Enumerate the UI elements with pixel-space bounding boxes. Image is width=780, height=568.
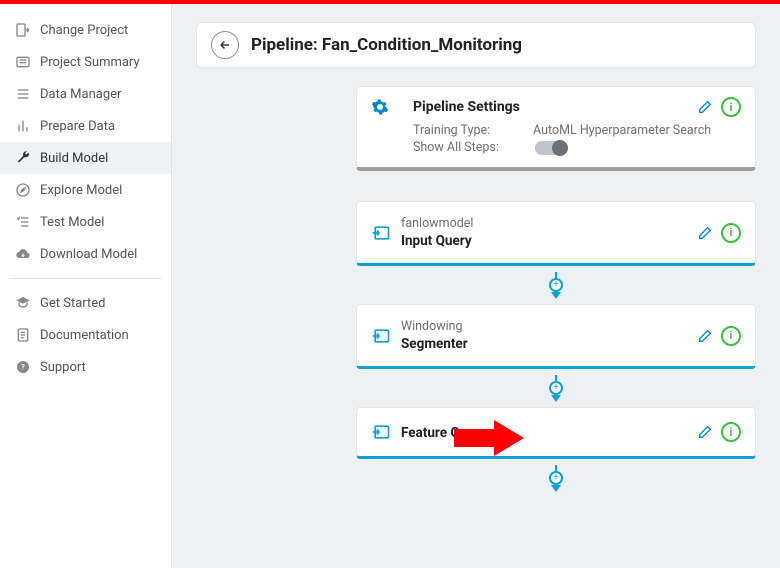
sidebar-item-label: Explore Model	[40, 183, 122, 198]
arrow-down-icon	[551, 395, 561, 402]
compass-icon	[12, 182, 34, 198]
sidebar-item-label: Support	[40, 360, 86, 375]
step-card-segmenter[interactable]: Windowing Segmenter i	[356, 304, 756, 369]
edit-step-button[interactable]	[697, 328, 713, 344]
main-content: Pipeline: Fan_Condition_Monitoring Pipel…	[172, 4, 780, 568]
help-icon: ?	[12, 359, 34, 375]
add-step-button[interactable]: +	[549, 471, 563, 485]
list-icon	[12, 86, 34, 102]
step-card-feature-generator[interactable]: Feature Generator i	[356, 407, 756, 459]
exit-icon	[12, 22, 34, 38]
sidebar-item-explore-model[interactable]: Explore Model	[0, 174, 171, 206]
step-title: Feature Generator	[401, 425, 697, 441]
add-step-button[interactable]: +	[549, 278, 563, 292]
summary-icon	[12, 54, 34, 70]
edit-settings-button[interactable]	[697, 99, 713, 115]
sidebar-item-download-model[interactable]: Download Model	[0, 238, 171, 270]
arrow-down-icon	[551, 485, 561, 492]
pipeline-settings-title: Pipeline Settings	[413, 99, 697, 115]
training-type-label: Training Type:	[413, 123, 533, 138]
svg-text:?: ?	[21, 363, 25, 372]
sidebar-item-label: Build Model	[40, 151, 108, 166]
wrench-icon	[12, 150, 34, 166]
sidebar-item-build-model[interactable]: Build Model	[0, 142, 171, 174]
sidebar-item-label: Test Model	[40, 215, 104, 230]
step-card-input-query[interactable]: fanlowmodel Input Query i	[356, 201, 756, 266]
edit-step-button[interactable]	[697, 225, 713, 241]
add-step-button-highlighted[interactable]: +	[549, 381, 563, 395]
sidebar: Change Project Project Summary Data Mana…	[0, 4, 172, 568]
sidebar-item-label: Get Started	[40, 296, 105, 311]
checklist-icon	[12, 214, 34, 230]
sidebar-item-test-model[interactable]: Test Model	[0, 206, 171, 238]
sidebar-item-label: Prepare Data	[40, 119, 115, 134]
sidebar-item-get-started[interactable]: Get Started	[0, 287, 171, 319]
step-subtitle: fanlowmodel	[401, 216, 697, 231]
sidebar-item-label: Documentation	[40, 328, 129, 343]
info-settings-button[interactable]: i	[721, 97, 741, 117]
cloud-download-icon	[12, 246, 34, 262]
sidebar-item-change-project[interactable]: Change Project	[0, 14, 171, 46]
info-step-button[interactable]: i	[721, 223, 741, 243]
connector: +	[356, 272, 756, 300]
input-icon	[371, 422, 401, 442]
pipeline-settings-card: Pipeline Settings i Training Type: AutoM…	[356, 86, 756, 171]
gear-icon	[371, 98, 395, 116]
info-step-button[interactable]: i	[721, 326, 741, 346]
document-icon	[12, 327, 34, 343]
arrow-down-icon	[551, 292, 561, 299]
back-button[interactable]	[211, 31, 239, 59]
page-header: Pipeline: Fan_Condition_Monitoring	[196, 22, 756, 68]
training-type-value: AutoML Hyperparameter Search	[533, 123, 711, 138]
sidebar-item-data-manager[interactable]: Data Manager	[0, 78, 171, 110]
sidebar-item-documentation[interactable]: Documentation	[0, 319, 171, 351]
info-step-button[interactable]: i	[721, 422, 741, 442]
step-subtitle: Windowing	[401, 319, 697, 334]
sidebar-item-project-summary[interactable]: Project Summary	[0, 46, 171, 78]
page-title: Pipeline: Fan_Condition_Monitoring	[251, 35, 522, 55]
sidebar-item-label: Change Project	[40, 23, 128, 38]
graduation-icon	[12, 295, 34, 311]
sidebar-item-label: Download Model	[40, 247, 137, 262]
step-title: Input Query	[401, 233, 697, 249]
sidebar-divider	[10, 278, 161, 279]
show-all-steps-toggle[interactable]	[535, 141, 567, 155]
input-icon	[371, 223, 401, 243]
chart-icon	[12, 118, 34, 134]
sidebar-item-label: Project Summary	[40, 55, 140, 70]
input-icon	[371, 326, 401, 346]
sidebar-item-prepare-data[interactable]: Prepare Data	[0, 110, 171, 142]
show-all-steps-label: Show All Steps:	[413, 140, 533, 155]
edit-step-button[interactable]	[697, 424, 713, 440]
connector: +	[356, 465, 756, 493]
sidebar-item-label: Data Manager	[40, 87, 121, 102]
step-title: Segmenter	[401, 336, 697, 352]
sidebar-item-support[interactable]: ? Support	[0, 351, 171, 383]
connector-highlighted: +	[356, 375, 756, 403]
